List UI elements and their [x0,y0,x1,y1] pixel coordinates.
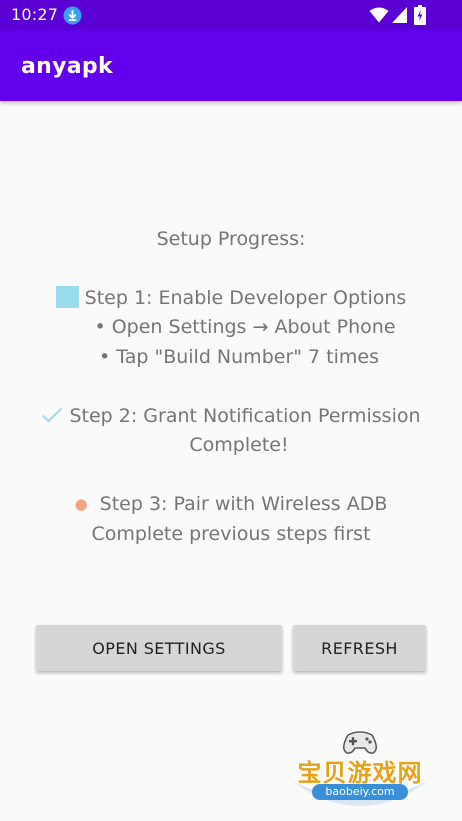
step1-status-icon [55,286,79,308]
setup-content: Setup Progress: Step 1: Enable Developer… [0,101,462,821]
step2-status: Complete! [189,434,289,456]
app-bar: anyapk [0,30,462,101]
battery-icon [414,5,426,25]
step3-title: Step 3: Pair with Wireless ADB [99,493,388,515]
step2-title: Step 2: Grant Notification Permission [69,405,421,427]
step2-row: Step 2: Grant Notification Permission [0,403,462,429]
open-settings-button[interactable]: OPEN SETTINGS [36,625,282,671]
watermark-logo: 宝贝游戏网 baobeiy.com [286,727,434,817]
check-icon [42,407,63,423]
refresh-button[interactable]: REFRESH [293,625,426,671]
setup-heading: Setup Progress: [156,228,306,250]
app-title: anyapk [21,54,113,79]
gamepad-icon [343,731,377,754]
step1-instruction-2: • Tap "Build Number" 7 times [99,346,379,368]
watermark-url: baobeiy.com [312,784,408,800]
step1-row: Step 1: Enable Developer Options [0,285,462,311]
step3-status: Complete previous steps first [91,523,371,545]
step3-row: ● Step 3: Pair with Wireless ADB [0,491,462,517]
dot-icon: ● [74,495,88,513]
signal-icon [392,7,407,23]
status-bar: 10:27 [0,0,462,30]
step1-title: Step 1: Enable Developer Options [84,287,407,309]
status-time: 10:27 [11,5,59,24]
watermark-text: 宝贝游戏网 [297,759,423,787]
wifi-icon [369,7,389,23]
download-icon [63,6,82,25]
step1-instruction-1: • Open Settings → About Phone [94,316,396,338]
